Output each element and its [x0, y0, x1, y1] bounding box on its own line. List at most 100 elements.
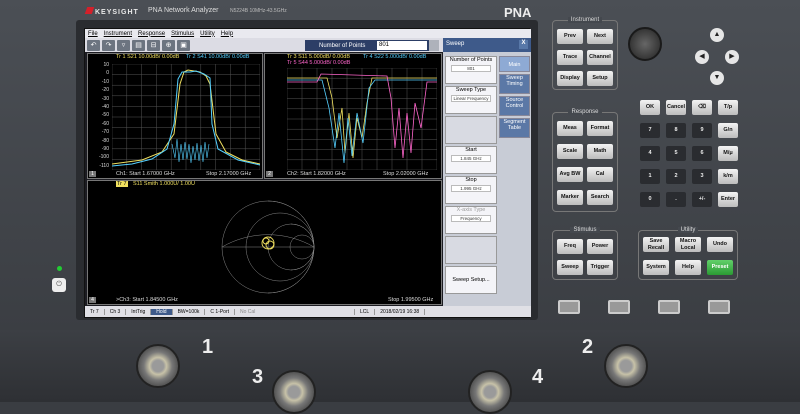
key-0[interactable]: 0 — [640, 192, 660, 207]
x-axis-type-softkey[interactable]: X-axis Type Frequency — [445, 206, 497, 234]
power-key[interactable]: Power — [587, 239, 613, 254]
menu-utility[interactable]: Utility — [200, 31, 215, 37]
trace-window-2[interactable]: Tr 3 S11 5.000dB/ 0.00dB Tr 4 S22 5.000d… — [264, 53, 442, 179]
sweep-key[interactable]: Sweep — [557, 260, 583, 275]
screenshot-icon[interactable]: ▣ — [177, 39, 190, 51]
search-key[interactable]: Search — [587, 190, 613, 205]
table-icon[interactable]: ▤ — [132, 39, 145, 51]
undo-key[interactable]: Undo — [707, 237, 733, 252]
key-2[interactable]: 2 — [666, 169, 686, 184]
close-icon[interactable]: X — [519, 40, 528, 49]
port-4-connector[interactable] — [468, 370, 512, 414]
trace-key[interactable]: Trace — [557, 50, 583, 65]
blank-softkey-1[interactable] — [445, 116, 497, 144]
key-cancel[interactable]: Cancel — [666, 100, 686, 115]
response-group-title: Response — [568, 109, 602, 115]
y-tick-label: -70 — [101, 129, 109, 136]
setup-key[interactable]: Setup — [587, 71, 613, 86]
menu-stimulus[interactable]: Stimulus — [171, 31, 194, 37]
tab-segment-table[interactable]: Segment Table — [499, 118, 530, 138]
key-7[interactable]: 7 — [640, 123, 660, 138]
prev-key[interactable]: Prev — [557, 29, 583, 44]
menu-response[interactable]: Response — [138, 31, 165, 37]
zoom-out-icon[interactable]: ⊟ — [147, 39, 160, 51]
key-g-n[interactable]: G/n — [718, 123, 738, 138]
trace-window-1[interactable]: Tr 1 S21 10.00dB/ 0.00dB Tr 2 S41 10.00d… — [87, 53, 263, 179]
tab-source-control[interactable]: Source Control — [499, 96, 530, 116]
menu-instrument[interactable]: Instrument — [104, 31, 132, 37]
blank-softkey-2[interactable] — [445, 236, 497, 264]
number-of-points-softkey[interactable]: Number of Points 801 — [445, 56, 497, 84]
y-tick-label: -40 — [101, 104, 109, 110]
softkey-value: 1.995 GHz — [451, 185, 491, 192]
y-tick-label: -100 — [98, 154, 109, 161]
scale-key[interactable]: Scale — [557, 144, 583, 159]
display-key[interactable]: Display — [557, 71, 583, 86]
marker-key[interactable]: Marker — [557, 190, 583, 205]
port-1-connector[interactable] — [136, 344, 180, 388]
key-9[interactable]: 9 — [692, 123, 712, 138]
window-2-stop: Stop 2.02000 GHz — [383, 171, 429, 177]
key-plus-minus[interactable]: +/- — [692, 192, 712, 207]
key-1[interactable]: 1 — [640, 169, 660, 184]
power-button[interactable]: ⏻ — [52, 278, 66, 292]
window-3-number: 4 — [89, 297, 96, 303]
key-ok[interactable]: OK — [640, 100, 660, 115]
menu-help[interactable]: Help — [221, 31, 233, 37]
marker-icon[interactable]: ▿ — [117, 39, 130, 51]
power-led — [57, 266, 62, 271]
sweep-type-softkey[interactable]: Sweep Type Linear Frequency — [445, 86, 497, 114]
next-key[interactable]: Next — [587, 29, 613, 44]
status-cal: C 1-Port — [205, 308, 236, 315]
port-2-connector[interactable] — [604, 344, 648, 388]
port-3-connector[interactable] — [272, 370, 316, 414]
key-t-p[interactable]: T/p — [718, 100, 738, 115]
y-tick-label: 0 — [106, 70, 109, 77]
preset-key[interactable]: Preset — [707, 260, 733, 275]
tab-main[interactable]: Main — [499, 56, 530, 72]
sweep-setup-softkey[interactable]: Sweep Setup... — [445, 266, 497, 294]
key-k-m[interactable]: k/m — [718, 169, 738, 184]
softkey-panel: Number of Points 801 Sweep Type Linear Fre… — [443, 52, 531, 306]
key-8[interactable]: 8 — [666, 123, 686, 138]
start-softkey[interactable]: Start 1.845 GHz — [445, 146, 497, 174]
softkey-label: Start — [465, 147, 477, 153]
zoom-in-icon[interactable]: ⊕ — [162, 39, 175, 51]
arrow-right-icon[interactable]: ▶ — [725, 50, 739, 64]
key-3[interactable]: 3 — [692, 169, 712, 184]
menu-bar: File Instrument Response Stimulus Utilit… — [85, 29, 531, 38]
redo-icon[interactable]: ↷ — [102, 39, 115, 51]
macro-local-key[interactable]: Macro Local — [675, 237, 701, 252]
stop-softkey[interactable]: Stop 1.995 GHz — [445, 176, 497, 204]
tab-sweep-timing[interactable]: Sweep Timing — [499, 74, 530, 94]
math-key[interactable]: Math — [587, 144, 613, 159]
key-6[interactable]: 6 — [692, 146, 712, 161]
undo-icon[interactable]: ↶ — [87, 39, 100, 51]
key-5[interactable]: 5 — [666, 146, 686, 161]
front-panel: KEYSIGHT PNA Network Analyzer N5224B 10M… — [0, 0, 800, 330]
key-4[interactable]: 4 — [640, 146, 660, 161]
cal-key[interactable]: Cal — [587, 167, 613, 182]
meas-key[interactable]: Meas — [557, 121, 583, 136]
key-decimal[interactable]: . — [666, 192, 686, 207]
key-backspace[interactable]: ⌫ — [692, 100, 712, 115]
points-input[interactable]: 801 — [377, 41, 427, 50]
arrow-down-icon[interactable]: ▼ — [710, 71, 724, 85]
format-key[interactable]: Format — [587, 121, 613, 136]
save-recall-key[interactable]: Save Recall — [643, 237, 669, 252]
plot-area-2 — [287, 68, 437, 170]
smith-chart-window[interactable]: Tr 7 S11 Smith 1.000U/ 1.00U >Ch3: Start… — [87, 180, 442, 305]
avg-bw-key[interactable]: Avg BW — [557, 167, 583, 182]
help-key[interactable]: Help — [675, 260, 701, 275]
keyboard-icon[interactable] — [429, 40, 439, 51]
system-key[interactable]: System — [643, 260, 669, 275]
trigger-key[interactable]: Trigger — [587, 260, 613, 275]
freq-key[interactable]: Freq — [557, 239, 583, 254]
rotary-knob[interactable] — [628, 27, 662, 61]
channel-key[interactable]: Channel — [587, 50, 613, 65]
arrow-left-icon[interactable]: ◀ — [695, 50, 709, 64]
key-enter[interactable]: Enter — [718, 192, 738, 207]
key-m-mu[interactable]: M/μ — [718, 146, 738, 161]
arrow-up-icon[interactable]: ▲ — [710, 28, 724, 42]
menu-file[interactable]: File — [88, 31, 98, 37]
